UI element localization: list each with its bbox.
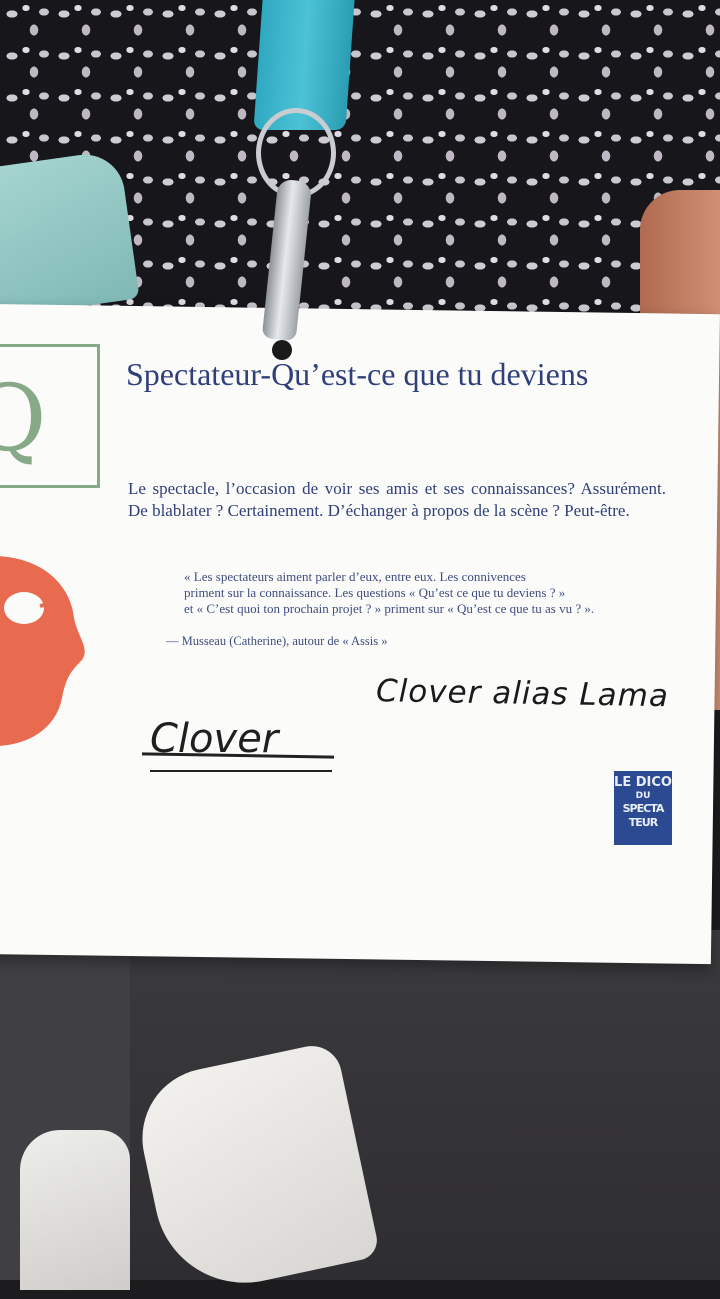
mascot-illustration: [0, 556, 85, 746]
stamp-line: SPECTA: [622, 802, 665, 815]
card-body: Le spectacle, l’occasion de voir ses ami…: [128, 479, 666, 520]
index-letter-box: Q: [0, 344, 100, 488]
left-shoe: [20, 1130, 130, 1290]
face-mask: [0, 149, 140, 321]
stamp-line: DU: [635, 791, 651, 801]
index-letter: Q: [0, 365, 46, 472]
mascot-eye: [4, 592, 44, 624]
card-title: Spectateur-Qu’est-ce que tu deviens: [126, 356, 589, 392]
quote-line: « Les spectateurs aiment parler d’eux, e…: [184, 569, 526, 584]
handwritten-name: Clover alias Lama: [375, 673, 670, 715]
quote-line: et « C’est quoi ton prochain projet ? » …: [184, 601, 595, 616]
stamp-line: TEUR: [628, 816, 658, 829]
dico-stamp-logo: LE DICO DU SPECTA TEUR: [614, 771, 672, 845]
stamp-line: LE DICO: [614, 775, 672, 790]
mascot-head-shape: [0, 556, 85, 746]
strike-line: [150, 770, 332, 772]
quote-attribution: — Musseau (Catherine), autour de « Assis…: [166, 634, 388, 648]
quote-line: priment sur la connaissance. Les questio…: [184, 585, 566, 600]
card-quote: « Les spectateurs aiment parler d’eux, e…: [184, 569, 674, 617]
